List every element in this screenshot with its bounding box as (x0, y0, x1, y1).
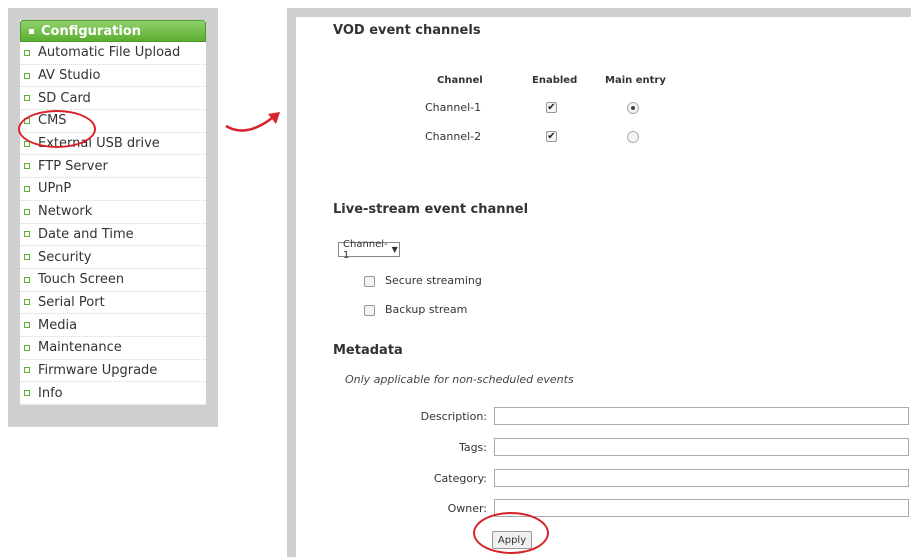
tags-input[interactable] (494, 438, 909, 456)
bullet-icon (24, 254, 30, 261)
backup-stream-checkbox[interactable] (364, 305, 375, 316)
bullet-icon (24, 72, 30, 79)
bullet-icon (24, 208, 30, 215)
menu-item-label: Date and Time (38, 226, 134, 242)
vod-channel-2-enabled-checkbox[interactable]: ✔ (546, 131, 557, 142)
menu-item-av-studio[interactable]: AV Studio (20, 65, 206, 88)
menu-list: Automatic File Upload AV Studio SD Card … (20, 42, 206, 405)
vod-channel-1-name: Channel-1 (425, 101, 482, 114)
menu-item-security[interactable]: Security (20, 246, 206, 269)
cms-settings-frame: VOD event channels Channel Enabled Main … (287, 8, 911, 557)
configuration-menu-header[interactable]: Configuration (20, 20, 206, 42)
vod-channel-1-enabled-checkbox[interactable]: ✔ (546, 102, 557, 113)
bullet-icon (24, 390, 30, 397)
menu-item-label: UPnP (38, 181, 72, 197)
menu-item-label: Touch Screen (38, 272, 125, 288)
menu-item-label: Firmware Upgrade (38, 362, 158, 378)
bullet-icon (24, 49, 30, 56)
bullet-icon (24, 367, 30, 374)
menu-item-label: Maintenance (38, 340, 122, 356)
live-channel-select[interactable]: Channel-1 ▼ (338, 239, 400, 261)
menu-item-maintenance[interactable]: Maintenance (20, 337, 206, 360)
metadata-note: Only applicable for non-scheduled events (345, 373, 574, 386)
curved-arrow-icon (225, 112, 280, 132)
bullet-icon (24, 95, 30, 102)
owner-input[interactable] (494, 499, 909, 517)
bullet-icon (24, 163, 30, 170)
menu-item-label: Security (38, 249, 92, 265)
bullet-icon (24, 299, 30, 306)
bullet-icon (24, 322, 30, 329)
cms-highlight-circle (18, 110, 96, 148)
menu-item-label: FTP Server (38, 158, 108, 174)
description-label: Description: (420, 410, 487, 423)
menu-item-media[interactable]: Media (20, 314, 206, 337)
bullet-icon (24, 276, 30, 283)
menu-item-info[interactable]: Info (20, 382, 206, 405)
menu-item-label: SD Card (38, 90, 91, 106)
category-label: Category: (433, 472, 487, 485)
menu-item-label: AV Studio (38, 68, 101, 84)
live-stream-section-title: Live-stream event channel (333, 202, 529, 217)
menu-item-date-and-time[interactable]: Date and Time (20, 224, 206, 247)
menu-item-firmware-upgrade[interactable]: Firmware Upgrade (20, 360, 206, 383)
cms-settings-panel: VOD event channels Channel Enabled Main … (296, 17, 911, 557)
menu-item-ftp-server[interactable]: FTP Server (20, 155, 206, 179)
chevron-down-icon: ▼ (391, 245, 398, 254)
menu-item-automatic-file-upload[interactable]: Automatic File Upload (20, 42, 206, 65)
tags-label: Tags: (458, 441, 487, 454)
owner-label: Owner: (447, 502, 487, 515)
vod-section-title: VOD event channels (333, 23, 481, 38)
menu-item-label: Info (38, 385, 63, 401)
configuration-menu: Configuration Automatic File Upload AV S… (20, 20, 206, 405)
menu-header-bullet-icon (29, 28, 34, 34)
menu-header-label: Configuration (41, 23, 141, 39)
bullet-icon (24, 231, 30, 238)
secure-streaming-checkbox[interactable] (364, 276, 375, 287)
menu-item-label: Media (38, 317, 78, 333)
menu-item-network[interactable]: Network (20, 201, 206, 224)
description-input[interactable] (494, 407, 909, 425)
menu-item-touch-screen[interactable]: Touch Screen (20, 269, 206, 292)
vod-channel-2-main-radio[interactable] (627, 131, 639, 143)
channel-column-header: Channel (437, 75, 483, 86)
configuration-menu-frame: Configuration Automatic File Upload AV S… (8, 8, 218, 427)
menu-item-serial-port[interactable]: Serial Port (20, 292, 206, 315)
menu-item-label: Network (38, 204, 93, 220)
apply-highlight-circle (473, 512, 549, 554)
main-entry-column-header: Main entry (605, 75, 666, 86)
enabled-column-header: Enabled (532, 75, 578, 86)
vod-channel-2-name: Channel-2 (425, 130, 482, 143)
live-channel-select-value: Channel-1 (343, 238, 388, 261)
secure-streaming-label: Secure streaming (385, 274, 482, 287)
menu-item-sd-card[interactable]: SD Card (20, 87, 206, 111)
bullet-icon (24, 185, 30, 192)
category-input[interactable] (494, 469, 909, 487)
bullet-icon (24, 344, 30, 351)
menu-item-upnp[interactable]: UPnP (20, 178, 206, 201)
metadata-section-title: Metadata (333, 343, 403, 358)
menu-item-label: Serial Port (38, 294, 105, 310)
vod-channel-1-main-radio[interactable] (627, 102, 639, 114)
menu-item-label: Automatic File Upload (38, 45, 181, 61)
backup-stream-label: Backup stream (385, 303, 468, 316)
